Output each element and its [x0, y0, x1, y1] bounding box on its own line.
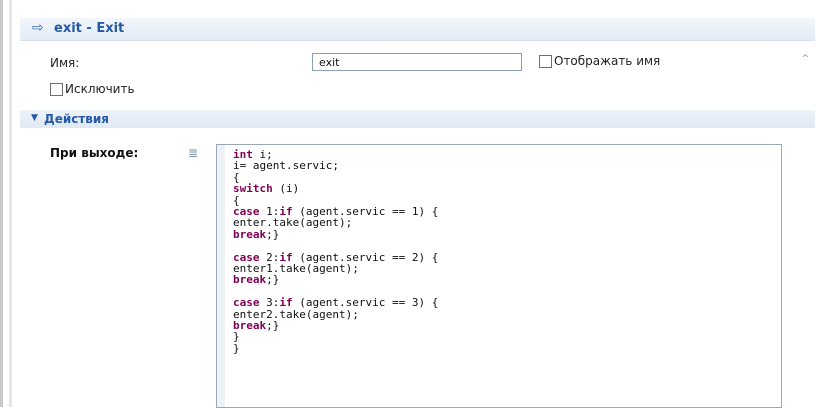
on-exit-code-editor[interactable]: int i; i= agent.servic;{switch (i){case 1…: [216, 144, 782, 408]
code-keyword: break: [233, 227, 267, 241]
code-gutter: [217, 145, 225, 407]
panel-header: ⇨ exit - Exit: [20, 18, 815, 41]
show-name-label: Отображать имя: [554, 54, 661, 68]
code-token: (i): [272, 182, 300, 196]
code-line: switch (i): [233, 183, 438, 194]
list-menu-icon[interactable]: ≣: [188, 146, 198, 160]
exclude-label: Исключить: [65, 82, 135, 96]
actions-section-title: Действия: [44, 112, 110, 126]
code-token: ;}: [266, 273, 280, 287]
show-name-checkbox[interactable]: [539, 55, 552, 68]
code-line: break;}: [233, 229, 438, 240]
code-token: i= agent.servic;: [233, 159, 339, 173]
code-keyword: break: [233, 273, 267, 287]
actions-section-header[interactable]: ▼ Действия: [20, 110, 815, 128]
code-token: ;}: [266, 227, 280, 241]
code-line: break;}: [233, 320, 438, 331]
exclude-checkbox[interactable]: [50, 83, 63, 96]
code-line: }: [233, 331, 438, 342]
name-label: Имя:: [50, 56, 80, 70]
code-line: i= agent.servic;: [233, 160, 438, 171]
code-token: ;}: [266, 319, 280, 333]
arrow-right-icon: ⇨: [32, 20, 44, 36]
code-line: }: [233, 343, 438, 354]
expand-triangle-icon[interactable]: ▼: [31, 113, 38, 123]
on-exit-label: При выходе:: [50, 146, 139, 160]
scroll-up-icon[interactable]: ^: [801, 54, 809, 64]
code-line: break;}: [233, 274, 438, 285]
properties-panel: ⇨ exit - Exit Имя: Отображать имя Исключ…: [20, 6, 815, 408]
code-text[interactable]: int i; i= agent.servic;{switch (i){case 1…: [233, 149, 438, 354]
left-border-inner: [9, 0, 12, 407]
panel-title: exit - Exit: [54, 21, 125, 36]
left-border: [0, 0, 3, 407]
name-input[interactable]: [312, 53, 522, 71]
code-token: }: [233, 341, 240, 355]
